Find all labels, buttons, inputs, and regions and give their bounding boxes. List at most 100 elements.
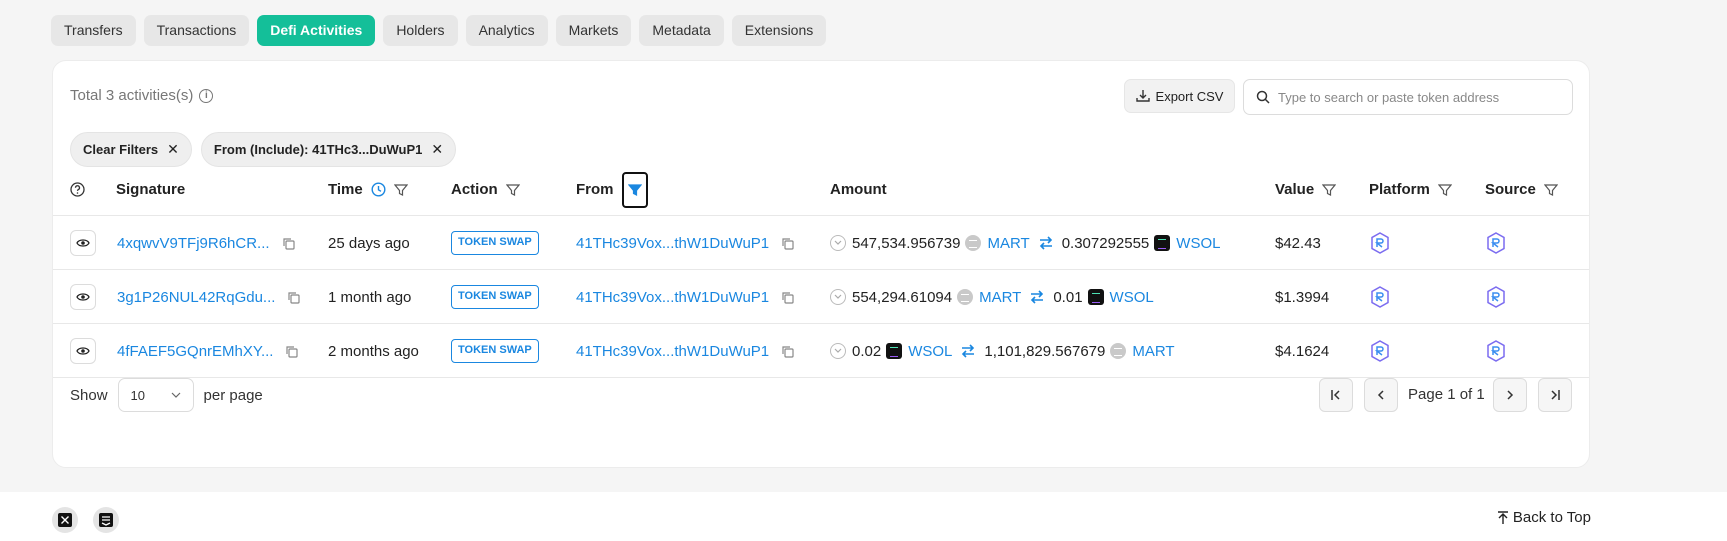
copy-icon[interactable] bbox=[781, 291, 794, 304]
tab-markets[interactable]: Markets bbox=[555, 15, 632, 46]
eye-icon[interactable] bbox=[70, 230, 96, 256]
show-label: Show bbox=[70, 386, 108, 404]
column-signature-label: Signature bbox=[116, 181, 186, 198]
back-to-top-link[interactable]: Back to Top bbox=[1497, 509, 1591, 526]
tab-bar: Transfers Transactions Defi Activities H… bbox=[51, 15, 827, 46]
signature-link[interactable]: 4fFAEF5GQnrEMhXY... bbox=[117, 343, 273, 360]
page-size-select[interactable]: 10 bbox=[117, 378, 194, 412]
raydium-source-icon[interactable] bbox=[1486, 286, 1506, 308]
search-icon bbox=[1256, 90, 1270, 104]
filter-icon[interactable] bbox=[1543, 183, 1558, 197]
wsol-token-icon bbox=[1154, 235, 1171, 251]
chevron-down-icon[interactable] bbox=[830, 289, 846, 305]
out-amount: 0.01 bbox=[1053, 288, 1083, 306]
close-icon[interactable]: ✕ bbox=[431, 141, 443, 158]
from-filter-label: From (Include): 41THc3...DuWuP1 bbox=[213, 142, 423, 157]
column-action-label: Action bbox=[451, 181, 498, 198]
raydium-source-icon[interactable] bbox=[1486, 232, 1506, 254]
value-cell: $42.43 bbox=[1275, 234, 1321, 252]
out-amount: 1,101,829.567679 bbox=[984, 342, 1106, 360]
copy-icon[interactable] bbox=[781, 345, 794, 358]
tab-transfers[interactable]: Transfers bbox=[51, 15, 136, 46]
column-platform: Platform bbox=[1369, 163, 1452, 216]
signature-link[interactable]: 3g1P26NUL42RqGdu... bbox=[117, 289, 275, 306]
filter-chips: Clear Filters ✕ From (Include): 41THc3..… bbox=[70, 132, 457, 167]
swap-icon bbox=[1031, 290, 1044, 304]
chevron-right-icon bbox=[1507, 390, 1514, 400]
action-badge: TOKEN SWAP bbox=[451, 231, 539, 255]
filter-icon[interactable] bbox=[1322, 183, 1337, 197]
last-page-button[interactable] bbox=[1538, 378, 1572, 412]
page-size-value: 10 bbox=[130, 387, 145, 403]
filter-icon[interactable] bbox=[393, 183, 408, 197]
from-address-link[interactable]: 41THc39Vox...thW1DuWuP1 bbox=[576, 289, 769, 306]
from-filter-button[interactable] bbox=[621, 171, 648, 208]
copy-icon[interactable] bbox=[287, 291, 301, 304]
tab-transactions[interactable]: Transactions bbox=[143, 15, 250, 46]
action-badge: TOKEN SWAP bbox=[451, 339, 539, 363]
raydium-platform-icon[interactable] bbox=[1370, 232, 1390, 254]
eye-icon[interactable] bbox=[70, 338, 96, 364]
column-source-label: Source bbox=[1485, 181, 1536, 198]
help-column bbox=[70, 163, 85, 216]
table-row: 3g1P26NUL42RqGdu... 1 month ago TOKEN SW… bbox=[53, 270, 1589, 324]
raydium-platform-icon[interactable] bbox=[1370, 286, 1390, 308]
signature-link[interactable]: 4xqwvV9TFj9R6hCR... bbox=[117, 235, 270, 252]
raydium-platform-icon[interactable] bbox=[1370, 340, 1390, 362]
in-token-link[interactable]: MART bbox=[979, 289, 1021, 306]
question-icon[interactable] bbox=[70, 182, 85, 197]
out-token-link[interactable]: WSOL bbox=[1110, 289, 1154, 306]
copy-icon[interactable] bbox=[282, 237, 295, 250]
tab-holders[interactable]: Holders bbox=[383, 15, 458, 46]
copy-icon[interactable] bbox=[781, 237, 794, 250]
close-icon[interactable]: ✕ bbox=[167, 141, 179, 158]
column-action: Action bbox=[451, 163, 520, 216]
column-from-label: From bbox=[576, 181, 614, 198]
clear-filters-chip[interactable]: Clear Filters ✕ bbox=[70, 132, 192, 167]
out-token-link[interactable]: MART bbox=[1132, 343, 1174, 360]
column-platform-label: Platform bbox=[1369, 181, 1430, 198]
in-amount: 0.02 bbox=[852, 342, 882, 360]
in-token-link[interactable]: WSOL bbox=[908, 343, 952, 360]
next-page-button[interactable] bbox=[1493, 378, 1527, 412]
page-size-control: Show 10 per page bbox=[70, 378, 263, 412]
medium-icon[interactable] bbox=[93, 507, 119, 533]
search-input[interactable] bbox=[1278, 89, 1558, 105]
tab-defi-activities[interactable]: Defi Activities bbox=[257, 15, 376, 46]
column-amount-label: Amount bbox=[830, 181, 887, 198]
last-page-icon bbox=[1551, 390, 1560, 400]
filter-icon bbox=[627, 183, 642, 196]
copy-icon[interactable] bbox=[285, 345, 299, 358]
defi-activities-card: Total 3 activities(s) i Export CSV Clear… bbox=[52, 60, 1590, 468]
out-token-link[interactable]: WSOL bbox=[1176, 235, 1220, 252]
footer: Back to Top bbox=[0, 492, 1727, 541]
table-row: 4xqwvV9TFj9R6hCR... 25 days ago TOKEN SW… bbox=[53, 216, 1589, 270]
info-icon[interactable]: i bbox=[199, 88, 214, 103]
x-twitter-icon[interactable] bbox=[52, 507, 78, 533]
filter-icon[interactable] bbox=[505, 183, 520, 197]
clear-filters-label: Clear Filters bbox=[83, 142, 159, 157]
clock-icon[interactable] bbox=[371, 182, 386, 197]
eye-icon[interactable] bbox=[70, 284, 96, 310]
chevron-down-icon[interactable] bbox=[830, 343, 846, 359]
tab-analytics[interactable]: Analytics bbox=[465, 15, 548, 46]
table-row: 4fFAEF5GQnrEMhXY... 2 months ago TOKEN S… bbox=[53, 324, 1589, 378]
from-filter-chip[interactable]: From (Include): 41THc3...DuWuP1 ✕ bbox=[200, 132, 457, 167]
from-address-link[interactable]: 41THc39Vox...thW1DuWuP1 bbox=[576, 343, 769, 360]
first-page-button[interactable] bbox=[1319, 378, 1353, 412]
filter-icon[interactable] bbox=[1437, 183, 1452, 197]
previous-page-button[interactable] bbox=[1364, 378, 1398, 412]
from-address-link[interactable]: 41THc39Vox...thW1DuWuP1 bbox=[576, 235, 769, 252]
tab-extensions[interactable]: Extensions bbox=[731, 15, 827, 46]
chevron-down-icon[interactable] bbox=[830, 235, 846, 251]
tab-metadata[interactable]: Metadata bbox=[639, 15, 724, 46]
in-token-link[interactable]: MART bbox=[987, 235, 1029, 252]
raydium-source-icon[interactable] bbox=[1486, 340, 1506, 362]
download-icon bbox=[1135, 90, 1150, 102]
export-csv-button[interactable]: Export CSV bbox=[1124, 79, 1235, 113]
chevron-down-icon bbox=[171, 392, 180, 398]
amount-cell: 0.02 WSOL 1,101,829.567679 MART bbox=[830, 324, 1175, 378]
column-signature: Signature bbox=[116, 163, 185, 216]
column-amount: Amount bbox=[830, 163, 887, 216]
column-time-label: Time bbox=[328, 181, 363, 198]
